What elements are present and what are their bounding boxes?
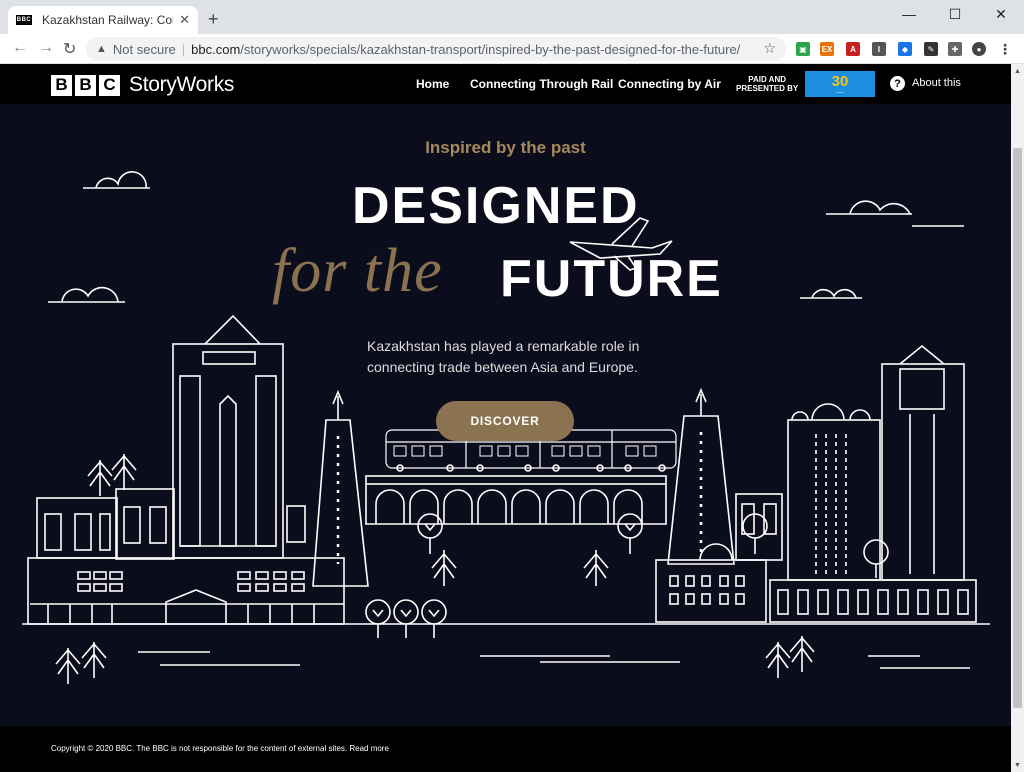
menu-kebab-icon[interactable]: ⋮ [998,41,1012,57]
browser-tab[interactable]: BBC Kazakhstan Railway: Connecting ✕ [8,6,198,34]
hero-title-for-the: for the [272,237,443,305]
discover-button[interactable]: DISCOVER [436,401,574,441]
url-host: bbc.com [191,41,241,57]
extension-icon[interactable]: ◆ [898,42,912,56]
hero-subtitle: Inspired by the past [425,138,586,157]
close-window-icon[interactable]: ✕ [978,0,1024,28]
extension-icon[interactable]: I [872,42,886,56]
profile-avatar[interactable]: ● [972,42,986,56]
site-footer: Copyright © 2020 BBC. The BBC is not res… [0,726,1011,772]
puzzle-icon[interactable]: ✚ [948,42,962,56]
browser-toolbar: ← → ↻ ▲ Not secure | bbc.com /storyworks… [0,34,1024,64]
warning-icon: ▲ [96,43,107,55]
maximize-icon[interactable]: ☐ [932,0,978,28]
footer-copyright[interactable]: Copyright © 2020 BBC. The BBC is not res… [51,744,389,753]
url-path: /storyworks/specials/kazakhstan-transpor… [240,41,741,57]
extension-icon[interactable]: EX [820,42,834,56]
page-scrollbar[interactable]: ▲ ▼ [1011,64,1024,772]
nav-connecting-through-rail[interactable]: Connecting Through Rail [470,77,613,91]
close-tab-icon[interactable]: ✕ [179,12,190,28]
hero-description: Kazakhstan has played a remarkable role … [367,338,640,375]
bbc-storyworks-logo[interactable]: B B C StoryWorks [51,73,234,97]
bbc-favicon-icon: BBC [16,15,32,25]
extension-icon[interactable]: ▣ [796,42,810,56]
reload-icon[interactable]: ↻ [63,39,76,59]
question-mark-icon[interactable]: ? [890,76,905,91]
back-icon[interactable]: ← [12,39,28,57]
forward-icon[interactable]: → [38,39,54,57]
scroll-up-icon[interactable]: ▲ [1011,64,1024,78]
sponsor-label: PAID AND PRESENTED BY [736,75,799,93]
tab-title: Kazakhstan Railway: Connecting [42,13,173,27]
minimize-icon[interactable]: — [886,0,932,28]
window-controls: — ☐ ✕ [886,0,1024,28]
hero-title-designed: DESIGNED [352,177,640,235]
nav-home[interactable]: Home [416,77,449,91]
scroll-thumb[interactable] [1013,148,1022,708]
sponsor-logo[interactable]: 30 —— [805,71,875,97]
scroll-down-icon[interactable]: ▼ [1011,758,1024,772]
tab-bar: BBC Kazakhstan Railway: Connecting ✕ + —… [0,0,1024,34]
storyworks-wordmark: StoryWorks [129,73,235,96]
pen-extension-icon[interactable]: ✎ [924,42,938,56]
site-header: B B C StoryWorks Home Connecting Through… [0,64,1011,104]
not-secure-label: Not secure [112,41,176,57]
pdf-extension-icon[interactable]: A [846,42,860,56]
about-this-link[interactable]: About this [912,77,961,89]
hero-title-future: FUTURE [500,250,723,308]
page-viewport: B B C StoryWorks Home Connecting Through… [0,64,1011,772]
bookmark-star-icon[interactable]: ☆ [763,40,776,57]
address-bar[interactable]: ▲ Not secure | bbc.com /storyworks/speci… [86,37,786,61]
nav-connecting-by-air[interactable]: Connecting by Air [618,77,721,91]
new-tab-icon[interactable]: + [208,9,219,30]
